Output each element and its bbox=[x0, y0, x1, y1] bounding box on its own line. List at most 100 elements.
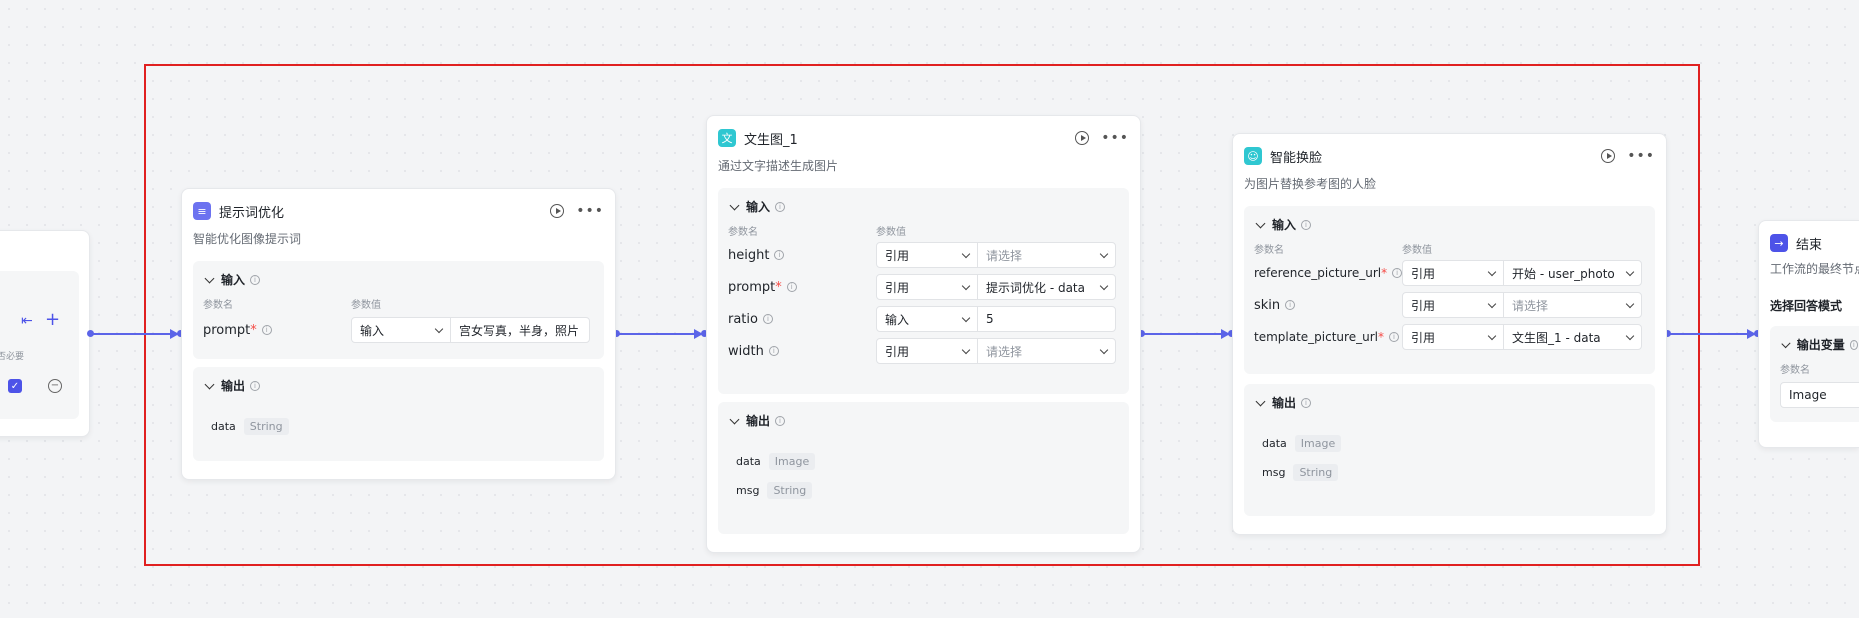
node-header: ☺ 智能换脸 ••• bbox=[1244, 145, 1655, 167]
col-param-value: 参数值 bbox=[351, 300, 381, 311]
output-item: msg String bbox=[736, 482, 1119, 499]
param-value-select[interactable]: 开始 - user_photo bbox=[1503, 260, 1642, 286]
column-headers: 参数名 参数值 bbox=[203, 296, 594, 311]
node-description: 智能优化图像提示词 bbox=[193, 232, 302, 246]
output-item: data String bbox=[211, 418, 594, 435]
edge-faceswap-to-end bbox=[1670, 333, 1750, 335]
run-node-icon[interactable] bbox=[550, 204, 565, 218]
col-param-name: 参数名 bbox=[1780, 365, 1810, 376]
text2img-node[interactable]: 文 文生图_1 ••• 通过文字描述生成图片 输入 i 参数名 参数值 heig… bbox=[706, 115, 1141, 553]
output-type-tag: Image bbox=[768, 453, 816, 470]
chevron-down-icon bbox=[1781, 338, 1791, 348]
output-section-toggle[interactable]: 输出 i bbox=[1254, 394, 1645, 411]
more-options-icon[interactable]: ••• bbox=[1627, 149, 1655, 163]
output-type-tag: Image bbox=[1294, 435, 1342, 452]
input-section-toggle[interactable]: 输入 i bbox=[203, 271, 594, 288]
required-mark: * bbox=[1381, 266, 1388, 280]
param-mode-value: 引用 bbox=[885, 280, 910, 295]
param-value-input[interactable]: 宫女写真，半身，照片 bbox=[450, 317, 590, 343]
run-node-icon[interactable] bbox=[1601, 149, 1616, 163]
param-row: reference_picture_url * i 引用 开始 - user_p… bbox=[1254, 260, 1645, 286]
node-header: 文 文生图_1 ••• bbox=[718, 127, 1129, 149]
param-mode-value: 引用 bbox=[1411, 266, 1436, 281]
answer-mode-label: 选择回答模式 bbox=[1770, 299, 1843, 313]
param-value-select[interactable]: 提示词优化 - data bbox=[977, 274, 1116, 300]
node-description: 为图片替换参考图的人脸 bbox=[1244, 177, 1377, 191]
faceswap-icon: ☺ bbox=[1244, 147, 1262, 165]
input-section-title: 输入 bbox=[746, 200, 771, 214]
param-mode-select[interactable]: 引用 bbox=[876, 338, 978, 364]
chevron-down-icon bbox=[1255, 218, 1266, 228]
output-name: msg bbox=[736, 484, 760, 497]
col-param-name: 参数名 bbox=[728, 227, 758, 238]
chevron-down-icon bbox=[1625, 331, 1635, 340]
column-headers: 参数名 参数值 bbox=[728, 223, 1119, 238]
param-name-input[interactable]: Image bbox=[1780, 382, 1859, 408]
output-name: msg bbox=[1262, 466, 1286, 479]
param-name: prompt bbox=[203, 322, 251, 338]
param-mode-select[interactable]: 引用 bbox=[1402, 324, 1504, 350]
faceswap-node[interactable]: ☺ 智能换脸 ••• 为图片替换参考图的人脸 输入 i 参数名 参数值 refe… bbox=[1232, 133, 1667, 535]
chevron-down-icon bbox=[1099, 249, 1109, 258]
input-section-title: 输入 bbox=[1272, 218, 1297, 232]
input-section-toggle[interactable]: 输入 i bbox=[728, 198, 1119, 215]
workflow-canvas[interactable]: ⇤ + 是否必要 ✓ − 是否必要 ≡ 提示词优化 ••• 智能优化图像提示词 bbox=[0, 0, 1859, 618]
param-value-select[interactable]: 请选择 bbox=[977, 338, 1116, 364]
param-mode-select[interactable]: 引用 bbox=[876, 274, 978, 300]
run-node-icon[interactable] bbox=[1075, 131, 1090, 145]
output-var-section-toggle[interactable]: 输出变量 i bbox=[1780, 336, 1858, 353]
info-icon: i bbox=[250, 380, 261, 391]
start-node[interactable]: ⇤ + 是否必要 ✓ − bbox=[0, 230, 90, 437]
remove-icon[interactable]: − bbox=[48, 379, 62, 393]
info-icon: i bbox=[768, 346, 779, 356]
output-section: 输出 i data Image msg String bbox=[1244, 384, 1655, 516]
end-node[interactable]: → 结束 工作流的最终节点 选择回答模式 输出变量 i 参数名 Image bbox=[1758, 220, 1859, 448]
node-header: → 结束 bbox=[1770, 232, 1848, 254]
param-mode-select[interactable]: 引用 bbox=[1402, 260, 1504, 286]
node-description: 通过文字描述生成图片 bbox=[718, 159, 839, 173]
chevron-down-icon bbox=[961, 281, 971, 290]
param-value-input[interactable]: 5 bbox=[977, 306, 1116, 332]
more-options-icon[interactable]: ••• bbox=[1101, 131, 1129, 145]
output-section-toggle[interactable]: 输出 i bbox=[728, 412, 1119, 429]
output-item: data Image bbox=[1262, 435, 1645, 452]
output-section: 输出 i data Image msg String bbox=[718, 402, 1129, 534]
more-options-icon[interactable]: ••• bbox=[576, 204, 604, 218]
param-value-select[interactable]: 请选择 bbox=[977, 242, 1116, 268]
output-section: 输出 i data String bbox=[193, 367, 604, 461]
info-icon: i bbox=[775, 201, 786, 212]
input-section: 输入 i 参数名 参数值 height i 引用 请选择 prompt * i … bbox=[718, 188, 1129, 394]
param-mode-select[interactable]: 输入 bbox=[876, 306, 978, 332]
param-mode-select[interactable]: 输入 bbox=[351, 317, 451, 343]
info-icon: i bbox=[250, 274, 261, 285]
param-value-text: 提示词优化 - data bbox=[986, 280, 1085, 295]
chevron-down-icon bbox=[1487, 331, 1497, 340]
info-icon: i bbox=[1285, 300, 1296, 310]
param-value-select[interactable]: 请选择 bbox=[1503, 292, 1642, 318]
node-title: 提示词优化 bbox=[219, 205, 285, 221]
param-row: ratio i 输入 5 bbox=[728, 306, 1119, 332]
required-mark: * bbox=[250, 322, 257, 338]
prompt-optimize-node[interactable]: ≡ 提示词优化 ••• 智能优化图像提示词 输入 i 参数名 参数值 promp… bbox=[181, 188, 616, 480]
info-icon: i bbox=[786, 282, 797, 292]
import-variable-icon[interactable]: ⇤ bbox=[21, 314, 35, 328]
output-var-title: 输出变量 bbox=[1796, 338, 1845, 352]
add-icon[interactable]: + bbox=[45, 311, 60, 329]
param-name: reference_picture_url bbox=[1254, 266, 1382, 280]
param-mode-select[interactable]: 引用 bbox=[876, 242, 978, 268]
required-checkbox[interactable]: ✓ bbox=[8, 379, 22, 393]
param-mode-value: 输入 bbox=[885, 312, 910, 327]
output-section-toggle[interactable]: 输出 i bbox=[203, 377, 594, 394]
info-icon: i bbox=[775, 415, 786, 426]
info-icon: i bbox=[1388, 332, 1399, 342]
param-value-text: 宫女写真，半身，照片 bbox=[459, 323, 580, 338]
node-title: 文生图_1 bbox=[744, 132, 798, 148]
output-name: data bbox=[211, 420, 236, 433]
info-icon: i bbox=[774, 250, 785, 260]
input-section-toggle[interactable]: 输入 i bbox=[1254, 216, 1645, 233]
chevron-down-icon bbox=[961, 313, 971, 322]
param-value-select[interactable]: 文生图_1 - data bbox=[1503, 324, 1642, 350]
output-type-tag: String bbox=[243, 418, 289, 435]
param-mode-select[interactable]: 引用 bbox=[1402, 292, 1504, 318]
chevron-down-icon bbox=[434, 324, 444, 333]
